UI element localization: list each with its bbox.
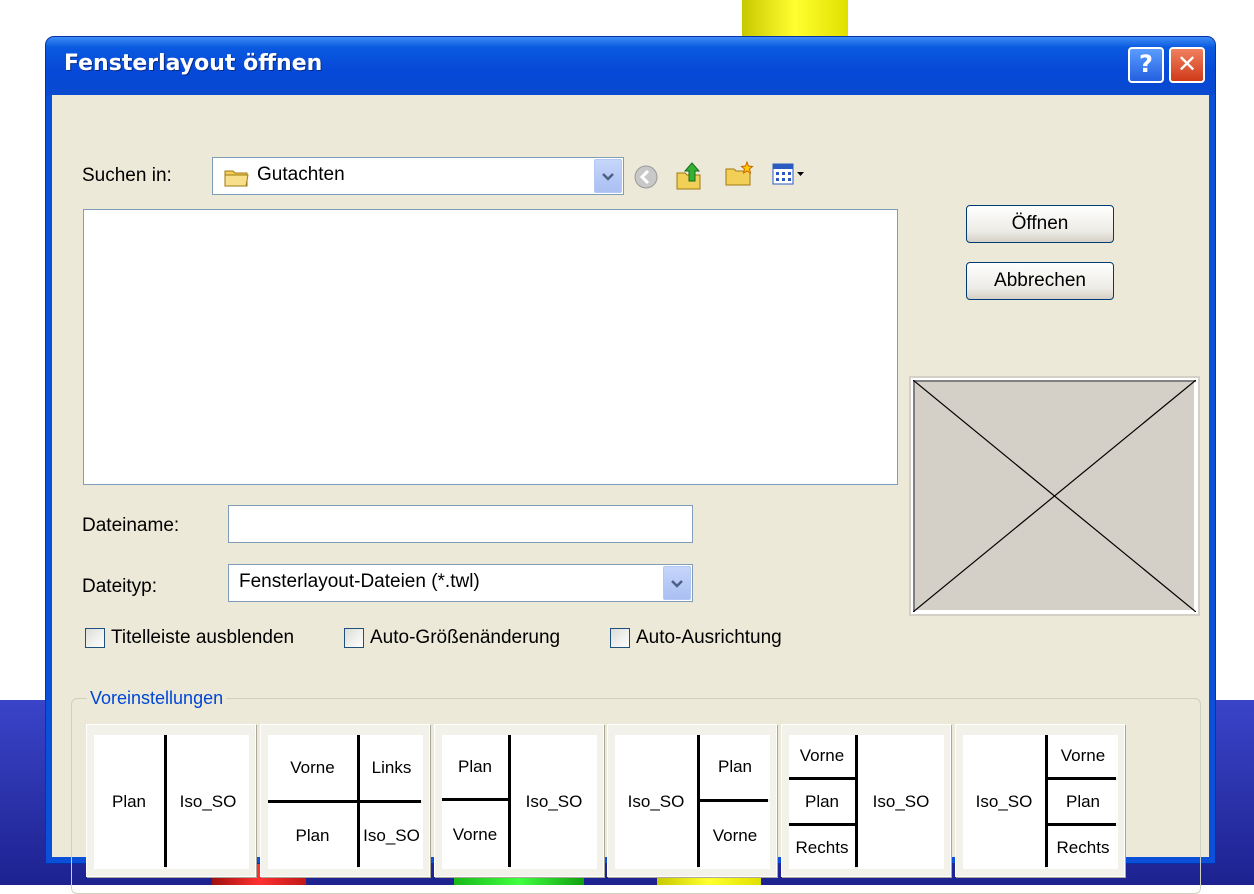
- checkbox-auto-align[interactable]: Auto-Ausrichtung: [610, 627, 782, 649]
- look-in-dropdown-button[interactable]: [594, 159, 622, 193]
- preset-cell: Iso_SO: [360, 803, 423, 869]
- preset-layout-1[interactable]: Plan Iso_SO: [86, 724, 256, 877]
- preset-cell: Plan: [94, 735, 164, 869]
- look-in-label: Suchen in:: [82, 165, 172, 186]
- checkbox-label: Auto-Ausrichtung: [636, 627, 782, 648]
- preset-layout-2[interactable]: Vorne Links Plan Iso_SO: [260, 724, 430, 877]
- preset-layout-5[interactable]: Vorne Plan Rechts Iso_SO: [781, 724, 951, 877]
- preset-cell: Vorne: [1048, 735, 1118, 777]
- checkbox-label: Auto-Größenänderung: [370, 627, 561, 648]
- file-type-select[interactable]: Fensterlayout-Dateien (*.twl): [228, 564, 693, 602]
- preset-cell: Links: [360, 735, 423, 800]
- file-type-dropdown-button[interactable]: [663, 566, 691, 600]
- empty-preview-icon: [913, 380, 1196, 612]
- preset-cell: Vorne: [268, 735, 357, 800]
- checkbox-box[interactable]: [610, 628, 630, 648]
- preset-cell: Iso_SO: [963, 735, 1045, 869]
- dialog-body: Suchen in: Gutachten Öffnen Abbrechen Da…: [52, 95, 1209, 894]
- preset-cell: Iso_SO: [858, 735, 944, 869]
- file-name-label: Dateiname:: [82, 515, 180, 536]
- preset-cell: Iso_SO: [615, 735, 697, 869]
- presets-legend: Voreinstellungen: [87, 688, 227, 709]
- help-button[interactable]: ?: [1128, 47, 1164, 83]
- background-yellow-bar-top: [742, 0, 848, 40]
- view-menu-icon[interactable]: [771, 161, 807, 191]
- preset-layout-4[interactable]: Iso_SO Plan Vorne: [607, 724, 777, 877]
- up-folder-icon[interactable]: [674, 159, 704, 195]
- cancel-button[interactable]: Abbrechen: [966, 262, 1114, 300]
- preset-cell: Plan: [700, 735, 770, 799]
- dialog-title: Fensterlayout öffnen: [64, 51, 323, 76]
- preset-cell: Vorne: [442, 801, 508, 869]
- close-button[interactable]: ✕: [1169, 47, 1205, 83]
- preset-cell: Vorne: [789, 735, 855, 777]
- look-in-value: Gutachten: [257, 164, 345, 185]
- checkbox-label: Titelleiste ausblenden: [111, 627, 295, 648]
- file-name-input[interactable]: [228, 505, 693, 543]
- chevron-down-icon: [601, 167, 615, 186]
- preset-layout-3[interactable]: Plan Vorne Iso_SO: [434, 724, 604, 877]
- checkbox-box[interactable]: [344, 628, 364, 648]
- layout-preview: [911, 378, 1198, 614]
- file-type-value: Fensterlayout-Dateien (*.twl): [239, 571, 480, 592]
- preset-cell: Vorne: [700, 802, 770, 869]
- open-layout-dialog: Fensterlayout öffnen ? ✕ Suchen in: Guta…: [46, 37, 1215, 894]
- checkbox-auto-resize[interactable]: Auto-Größenänderung: [344, 627, 560, 649]
- preset-cell: Plan: [268, 803, 357, 869]
- folder-icon: [224, 167, 250, 191]
- new-folder-icon[interactable]: [724, 159, 756, 193]
- checkbox-box[interactable]: [85, 628, 105, 648]
- chevron-down-icon: [670, 574, 684, 593]
- back-icon[interactable]: [633, 164, 659, 194]
- preset-cell: Rechts: [789, 826, 855, 869]
- preset-layout-6[interactable]: Iso_SO Vorne Plan Rechts: [955, 724, 1125, 877]
- preset-cell: Rechts: [1048, 826, 1118, 869]
- title-bar[interactable]: Fensterlayout öffnen ? ✕: [46, 37, 1215, 95]
- preset-cell: Iso_SO: [511, 735, 597, 869]
- preset-cell: Iso_SO: [167, 735, 249, 869]
- file-list[interactable]: [83, 209, 898, 485]
- open-button[interactable]: Öffnen: [966, 205, 1114, 243]
- preset-cell: Plan: [789, 780, 855, 823]
- look-in-combo[interactable]: Gutachten: [212, 157, 624, 195]
- checkbox-hide-title-bar[interactable]: Titelleiste ausblenden: [85, 627, 294, 649]
- preset-cell: Plan: [442, 735, 508, 798]
- preset-cell: Plan: [1048, 780, 1118, 823]
- file-type-label: Dateityp:: [82, 576, 157, 597]
